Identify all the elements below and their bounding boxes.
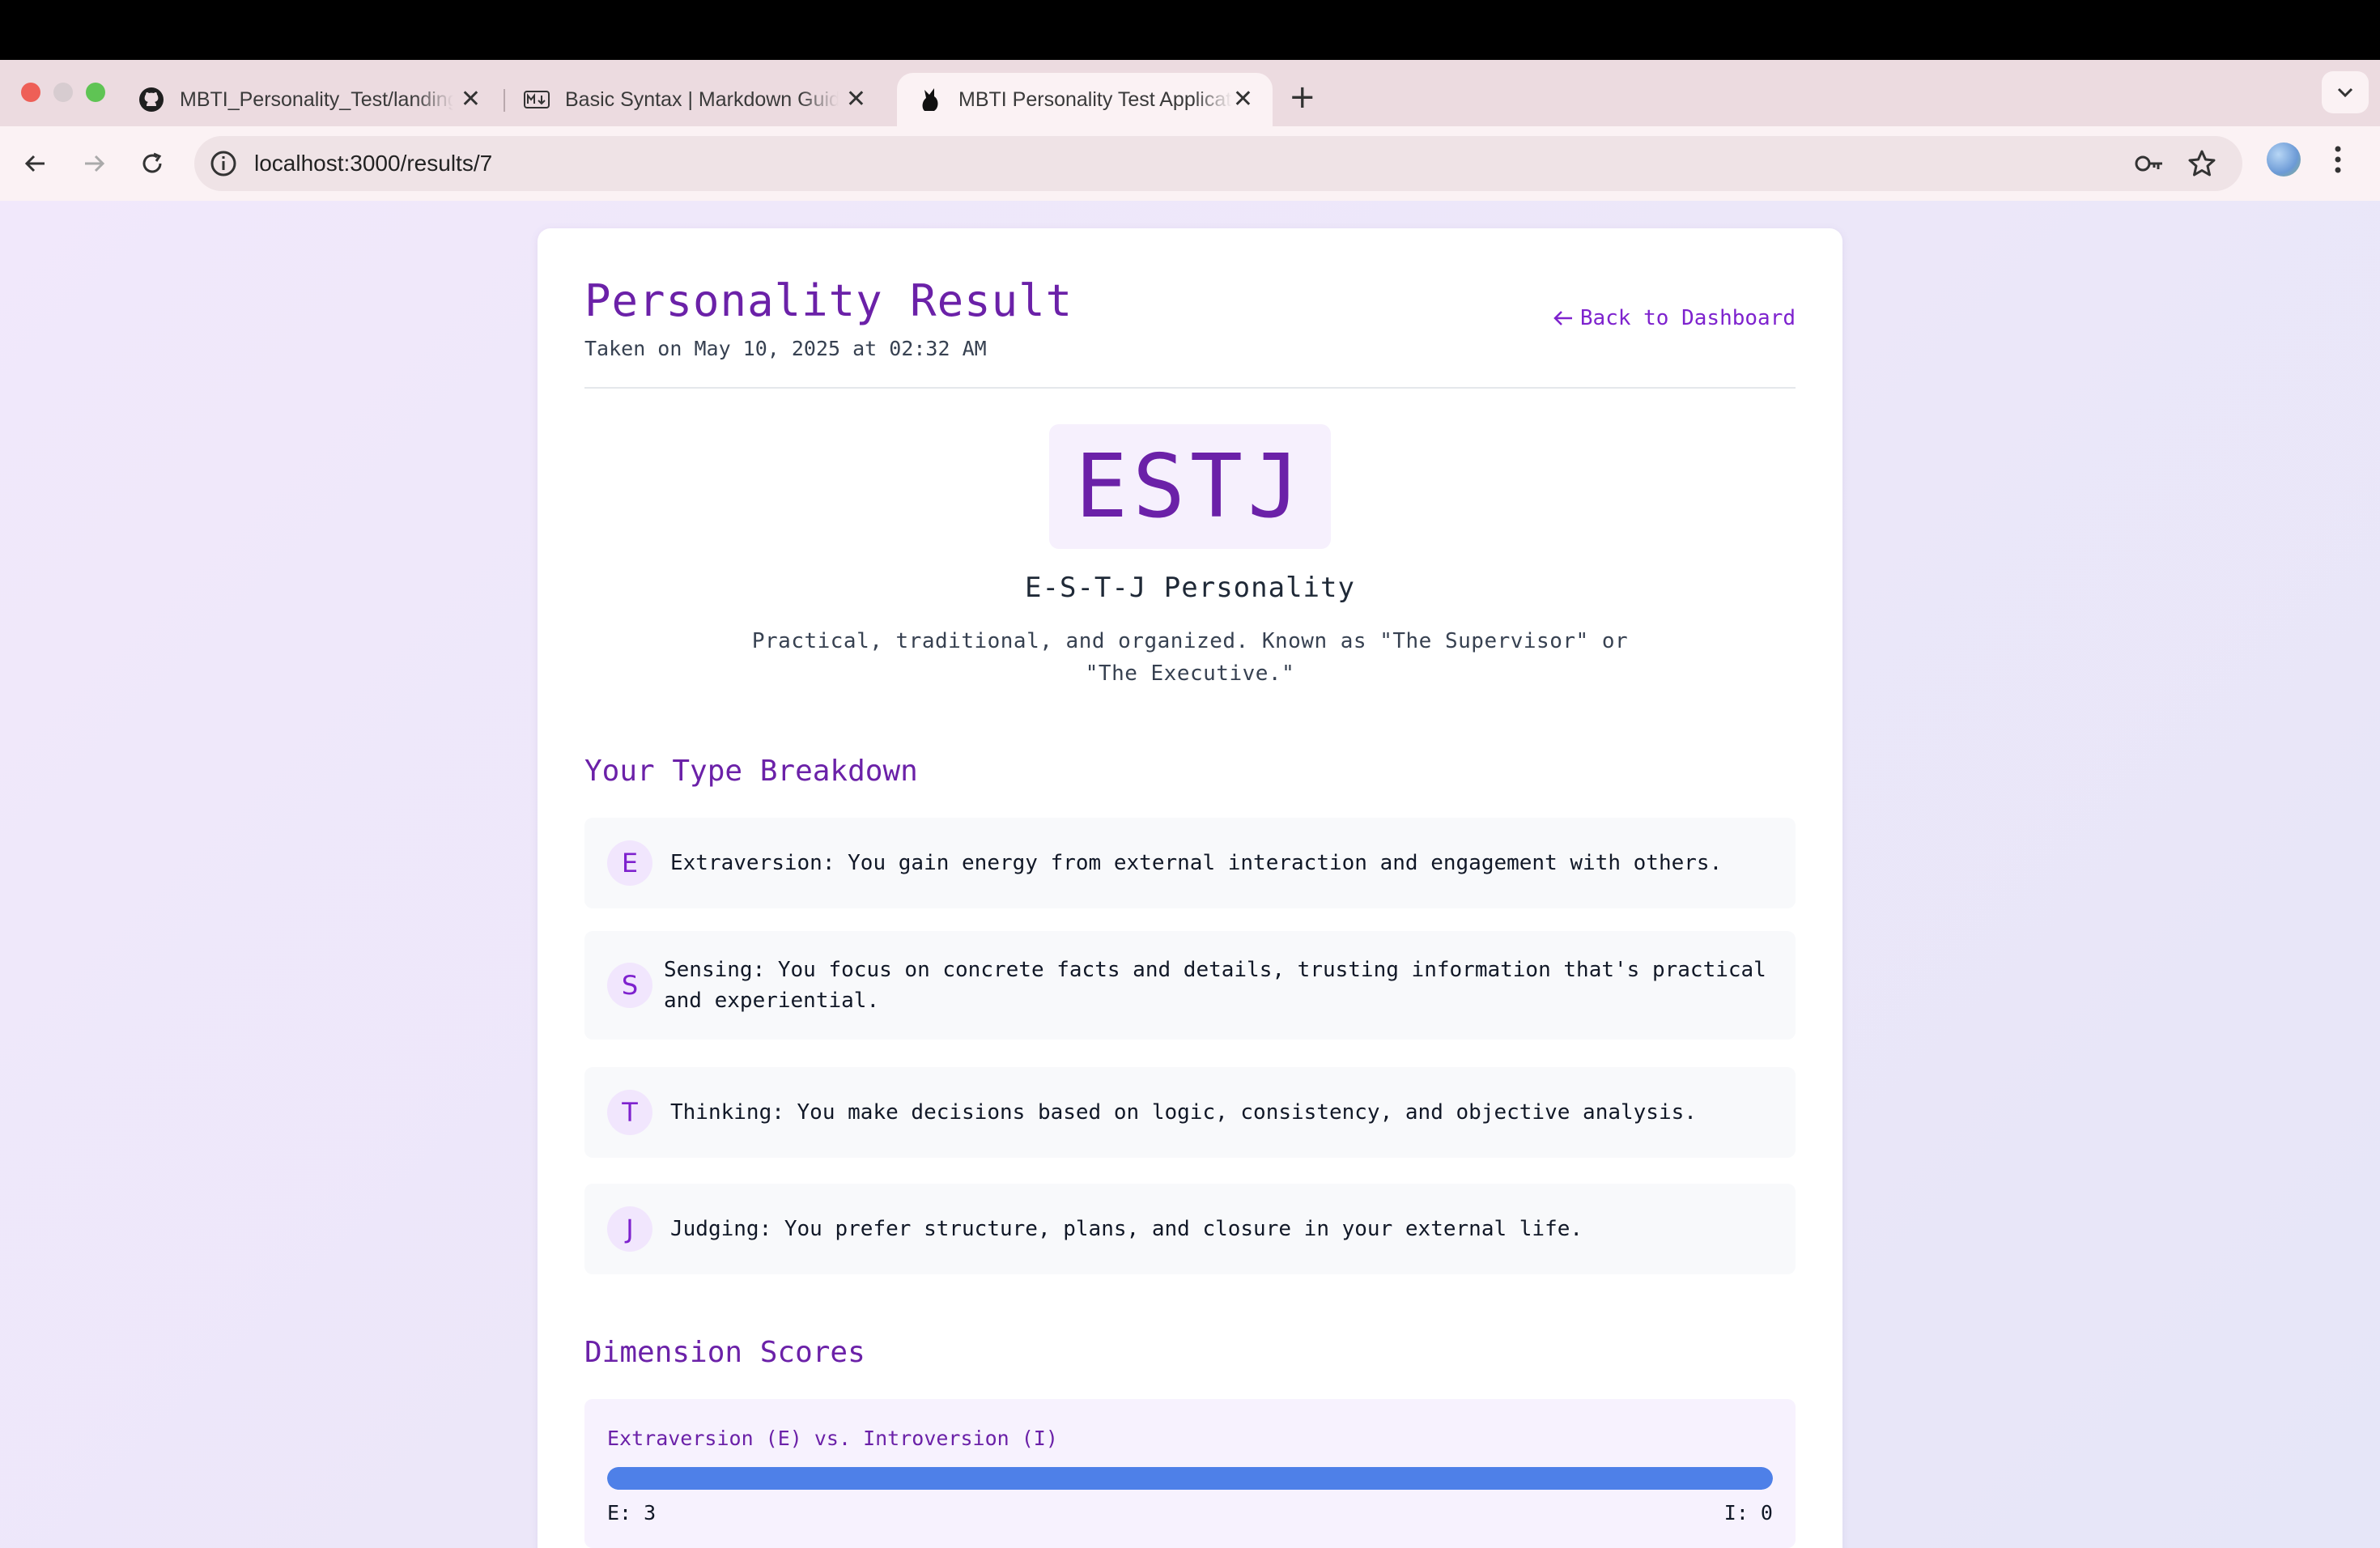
reload-button[interactable] <box>131 142 173 185</box>
close-tab-icon[interactable]: ✕ <box>1233 86 1253 113</box>
personality-type-name: E-S-T-J Personality <box>1025 572 1355 604</box>
taken-timestamp: Taken on May 10, 2025 at 02:32 AM <box>584 337 987 360</box>
arrow-left-icon <box>24 155 45 172</box>
dimension-score-card: Extraversion (E) vs. Introversion (I) E:… <box>584 1399 1796 1548</box>
back-to-dashboard-link[interactable]: Back to Dashboard <box>1553 306 1796 330</box>
tab-title: Basic Syntax | Markdown Guide <box>565 87 839 111</box>
tab-strip: MBTI_Personality_Test/landing ✕ Basic Sy… <box>0 60 2380 126</box>
minimize-window-button[interactable] <box>53 83 73 102</box>
breakdown-item: E Extraversion: You gain energy from ext… <box>584 818 1796 908</box>
github-icon <box>138 86 165 113</box>
dimension-scores-heading: Dimension Scores <box>584 1336 865 1369</box>
breakdown-letter: J <box>607 1206 652 1252</box>
breakdown-letter: E <box>607 840 652 886</box>
breakdown-text: Judging: You prefer structure, plans, an… <box>670 1217 1583 1241</box>
personality-description: Practical, traditional, and organized. K… <box>751 629 1629 686</box>
type-breakdown-heading: Your Type Breakdown <box>584 755 918 788</box>
screen-top-bezel <box>0 0 2380 60</box>
arrow-left-icon <box>1553 311 1572 325</box>
maximize-window-button[interactable] <box>86 83 105 102</box>
back-button[interactable] <box>15 142 57 185</box>
browser-menu-icon[interactable] <box>2333 141 2343 181</box>
forward-button[interactable] <box>73 142 115 185</box>
breakdown-item: J Judging: You prefer structure, plans, … <box>584 1184 1796 1274</box>
tab-mbti-app[interactable]: MBTI Personality Test Application ✕ <box>897 73 1273 126</box>
breakdown-letter: T <box>607 1090 652 1135</box>
tab-markdown-guide[interactable]: Basic Syntax | Markdown Guide ✕ <box>504 73 886 126</box>
address-bar[interactable]: localhost:3000/results/7 <box>194 136 2242 191</box>
reload-icon <box>142 152 162 173</box>
personality-type-badge: ESTJ <box>1049 424 1331 549</box>
page-viewport: Personality Result Taken on May 10, 2025… <box>0 201 2380 1548</box>
browser-toolbar: localhost:3000/results/7 <box>0 126 2380 202</box>
dimension-bar-fill <box>607 1467 1773 1490</box>
tab-github[interactable]: MBTI_Personality_Test/landing ✕ <box>118 73 500 126</box>
header-divider <box>584 387 1796 389</box>
breakdown-item: S Sensing: You focus on concrete facts a… <box>584 931 1796 1040</box>
dimension-right-score: I: 0 <box>1723 1501 1773 1525</box>
result-card: Personality Result Taken on May 10, 2025… <box>538 228 1842 1548</box>
arrow-right-icon <box>85 155 105 172</box>
close-tab-icon[interactable]: ✕ <box>461 86 481 113</box>
bookmark-star-icon[interactable] <box>2187 149 2216 181</box>
chevron-down-icon <box>2337 87 2353 98</box>
dimension-bar <box>607 1467 1773 1490</box>
tab-title: MBTI_Personality_Test/landing <box>180 87 453 111</box>
app-icon <box>916 86 944 113</box>
close-window-button[interactable] <box>21 83 40 102</box>
breakdown-text: Sensing: You focus on concrete facts and… <box>664 958 1766 1013</box>
site-info-icon[interactable] <box>209 149 238 181</box>
dimension-label: Extraversion (E) vs. Introversion (I) <box>607 1427 1058 1450</box>
tab-title: MBTI Personality Test Application <box>958 87 1232 111</box>
new-tab-button[interactable]: + <box>1289 81 1316 113</box>
tab-list-button[interactable] <box>2322 71 2369 113</box>
breakdown-text: Thinking: You make decisions based on lo… <box>670 1100 1697 1125</box>
breakdown-letter: S <box>607 963 652 1008</box>
password-key-icon[interactable] <box>2134 149 2165 181</box>
url-text: localhost:3000/results/7 <box>254 151 493 176</box>
close-tab-icon[interactable]: ✕ <box>846 86 866 113</box>
dimension-left-score: E: 3 <box>607 1501 657 1525</box>
breakdown-text: Extraversion: You gain energy from exter… <box>670 851 1723 875</box>
markdown-icon <box>523 86 550 113</box>
page-title: Personality Result <box>584 275 1073 326</box>
back-link-label: Back to Dashboard <box>1579 306 1796 330</box>
profile-avatar[interactable] <box>2267 142 2301 176</box>
breakdown-item: T Thinking: You make decisions based on … <box>584 1067 1796 1158</box>
browser-chrome: MBTI_Personality_Test/landing ✕ Basic Sy… <box>0 60 2380 202</box>
